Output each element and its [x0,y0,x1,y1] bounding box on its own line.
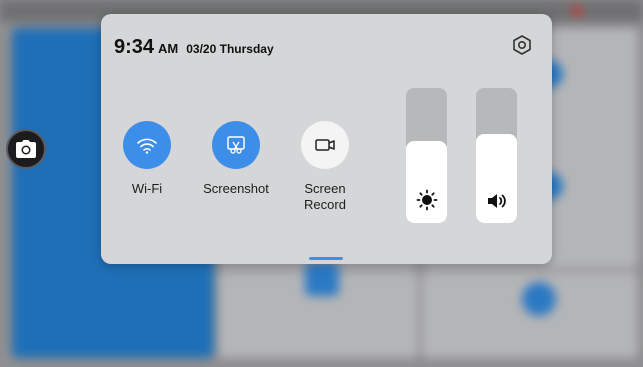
tile-wifi[interactable]: Wi-Fi [107,121,187,197]
notification-dot [572,6,582,16]
settings-icon[interactable] [511,34,533,56]
page-indicator [309,257,343,260]
screenshot-icon [227,136,245,154]
quick-settings-panel: 9:34 AM 03/20 Thursday Wi-Fi Screenshot … [101,14,552,264]
volume-icon [487,194,506,208]
clock-date: 03/20 Thursday [186,42,274,56]
camera-icon [16,140,36,158]
tile-screenshot-label: Screenshot [203,181,269,196]
clock: 9:34 AM 03/20 Thursday [114,36,274,59]
tile-screenshot[interactable]: Screenshot [196,121,276,197]
brightness-slider[interactable] [406,88,447,223]
screen-record-toggle[interactable] [301,121,349,169]
wifi-toggle[interactable] [123,121,171,169]
screen-record-icon [315,139,335,151]
clock-ampm: AM [158,41,179,56]
volume-slider[interactable] [476,88,517,223]
background-icon [522,282,556,316]
camera-button[interactable] [6,129,46,169]
tile-wifi-label: Wi-Fi [131,181,163,196]
wifi-icon [137,138,157,154]
tile-screen-record[interactable]: Screen Record [285,121,365,213]
brightness-icon [416,189,437,211]
tile-screen-record-label: Screen Record [304,181,346,212]
clock-time: 9:34 [114,36,155,58]
background-icon [305,262,339,296]
screenshot-toggle[interactable] [212,121,260,169]
